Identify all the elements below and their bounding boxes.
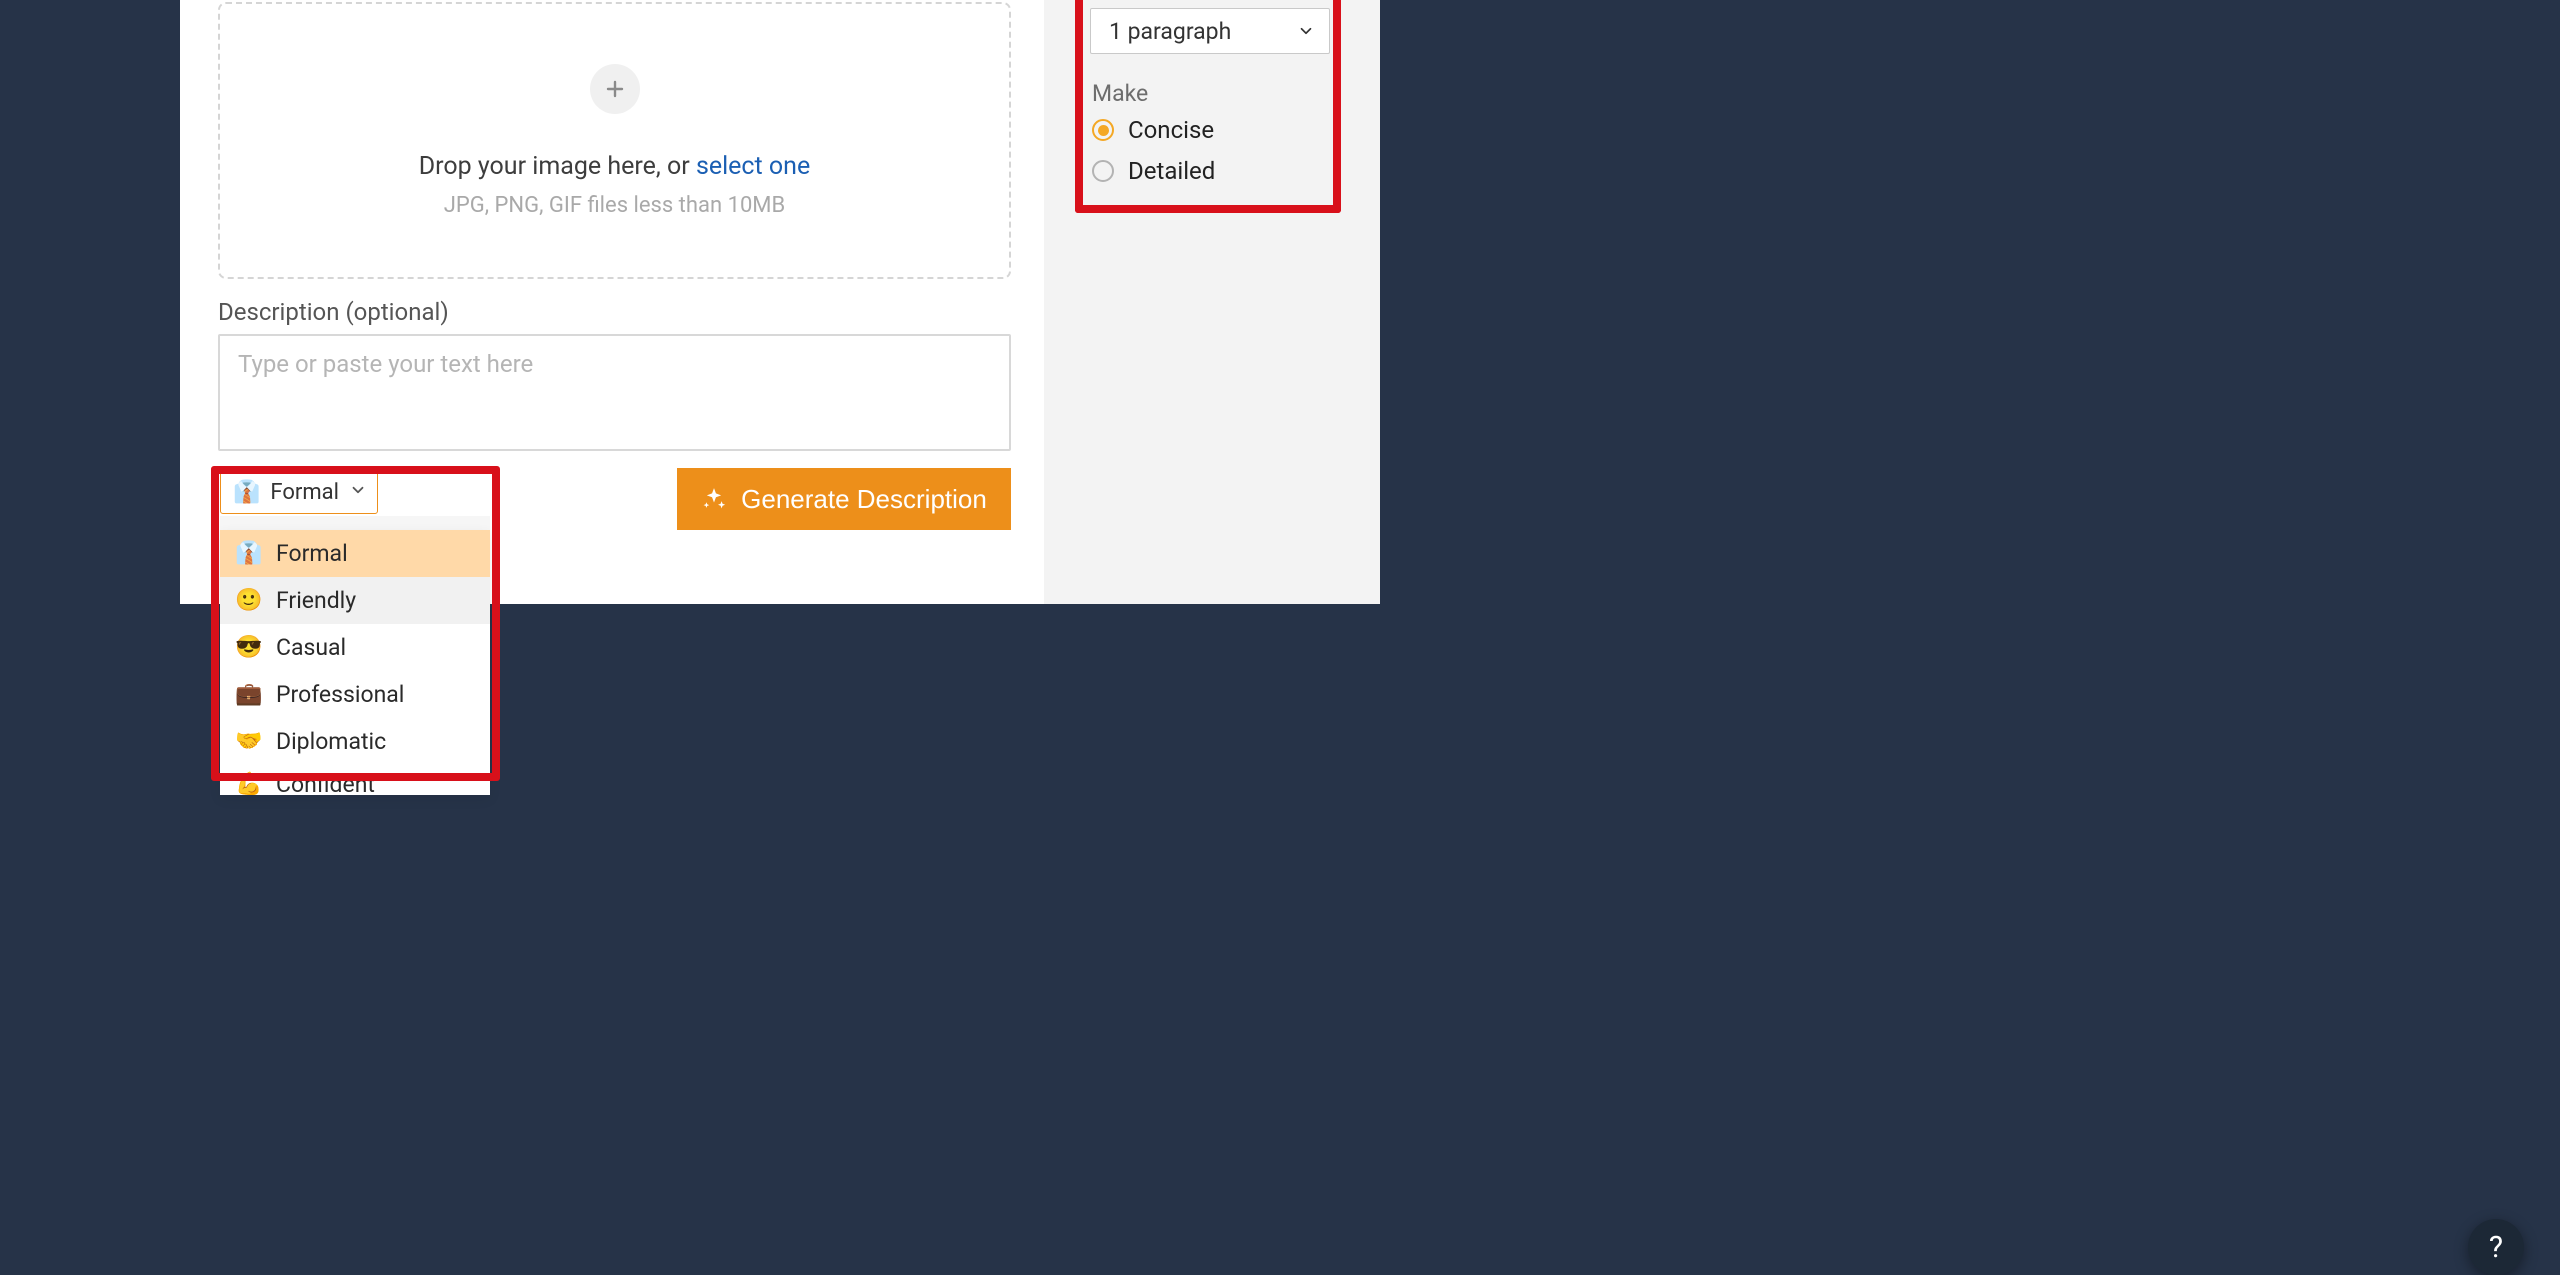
tone-select[interactable]: 👔 Formal bbox=[220, 470, 378, 514]
description-label: Description (optional) bbox=[218, 298, 449, 326]
tone-option-label: Friendly bbox=[276, 587, 356, 614]
radio-detailed[interactable]: Detailed bbox=[1092, 157, 1215, 185]
tone-option-emoji: 🙂 bbox=[236, 588, 262, 613]
paragraph-selected-label: 1 paragraph bbox=[1109, 18, 1231, 45]
tone-option-label: Casual bbox=[276, 634, 346, 661]
radio-detailed-label: Detailed bbox=[1128, 157, 1215, 185]
radio-concise[interactable]: Concise bbox=[1092, 116, 1214, 144]
tone-option-emoji: 💼 bbox=[236, 682, 262, 707]
tone-option-formal[interactable]: 👔 Formal bbox=[220, 530, 490, 577]
chevron-down-icon bbox=[1297, 22, 1315, 40]
dropzone-hint: JPG, PNG, GIF files less than 10MB bbox=[444, 193, 785, 218]
make-label: Make bbox=[1092, 80, 1148, 107]
tone-option-casual[interactable]: 😎 Casual bbox=[220, 624, 490, 671]
radio-button-icon bbox=[1092, 119, 1114, 141]
tone-option-label: Formal bbox=[276, 540, 348, 567]
help-icon: ? bbox=[2489, 1230, 2503, 1265]
tone-option-label: Professional bbox=[276, 681, 404, 708]
dropzone-prefix: Drop your image here, or bbox=[419, 152, 696, 181]
radio-button-icon bbox=[1092, 160, 1114, 182]
tone-option-emoji: 🤝 bbox=[236, 729, 262, 754]
tone-option-diplomatic[interactable]: 🤝 Diplomatic bbox=[220, 718, 490, 765]
radio-concise-label: Concise bbox=[1128, 116, 1214, 144]
tone-option-label: Diplomatic bbox=[276, 728, 386, 755]
generate-button-label: Generate Description bbox=[741, 484, 987, 515]
tone-separator bbox=[220, 516, 490, 530]
image-dropzone[interactable]: Drop your image here, or select one JPG,… bbox=[218, 2, 1011, 279]
tone-option-confident[interactable]: 💪 Confident bbox=[220, 765, 490, 795]
tone-option-label: Confident bbox=[276, 771, 375, 796]
tone-dropdown: 👔 Formal 🙂 Friendly 😎 Casual 💼 Professional 🤝 Dip… bbox=[220, 530, 490, 795]
tone-option-emoji: 😎 bbox=[236, 635, 262, 660]
dropzone-text: Drop your image here, or select one bbox=[419, 152, 810, 181]
tone-option-emoji: 💪 bbox=[236, 772, 262, 796]
sparkle-icon bbox=[701, 486, 727, 512]
description-input[interactable] bbox=[218, 334, 1011, 451]
tone-option-friendly[interactable]: 🙂 Friendly bbox=[220, 577, 490, 624]
tone-selected-emoji: 👔 bbox=[233, 480, 260, 505]
plus-icon bbox=[603, 77, 627, 101]
paragraph-count-select[interactable]: 1 paragraph bbox=[1090, 8, 1330, 54]
add-image-button[interactable] bbox=[590, 64, 640, 114]
help-button[interactable]: ? bbox=[2468, 1219, 2524, 1275]
tone-option-professional[interactable]: 💼 Professional bbox=[220, 671, 490, 718]
tone-selected-label: Formal bbox=[270, 480, 339, 505]
generate-description-button[interactable]: Generate Description bbox=[677, 468, 1011, 530]
tone-option-emoji: 👔 bbox=[236, 541, 262, 566]
chevron-down-icon bbox=[349, 480, 367, 505]
select-one-link[interactable]: select one bbox=[696, 152, 810, 181]
